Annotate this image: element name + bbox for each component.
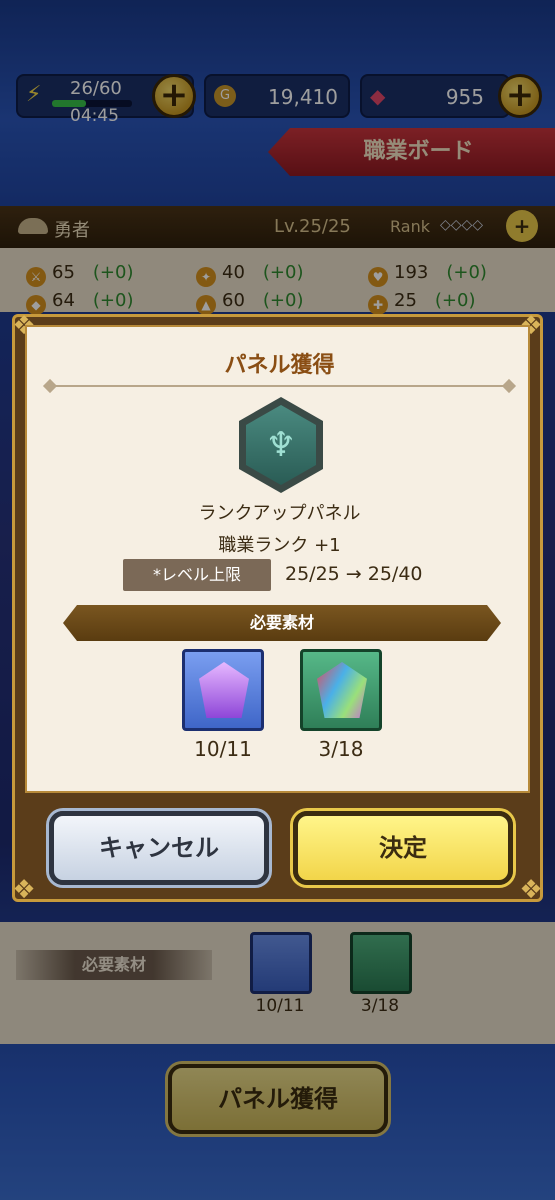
material-crystal-item[interactable] bbox=[182, 649, 264, 731]
materials-banner: 必要素材 bbox=[63, 605, 501, 641]
title-divider bbox=[49, 385, 510, 387]
level-cap-value: 25/25 → 25/40 bbox=[285, 563, 423, 585]
confirm-button[interactable]: 決定 bbox=[293, 811, 513, 885]
dialog-content: パネル獲得 ♆ ランクアップパネル 職業ランク +1 *レベル上限 25/25 … bbox=[25, 325, 530, 793]
panel-name: ランクアップパネル bbox=[198, 503, 361, 524]
material-count: 3/18 bbox=[318, 737, 364, 761]
material-count: 10/11 bbox=[194, 737, 252, 761]
level-cap-label: *レベル上限 bbox=[123, 559, 271, 591]
rank-up-panel-icon: ♆ bbox=[239, 397, 323, 493]
corner-ornament-icon: ❖ bbox=[12, 875, 36, 905]
crystal-cluster-icon bbox=[317, 662, 367, 718]
purple-crystal-icon bbox=[199, 662, 249, 718]
dialog-title: パネル獲得 bbox=[224, 353, 335, 378]
panel-acquire-dialog: ❖ ❖ ❖ ❖ パネル獲得 ♆ ランクアップパネル 職業ランク +1 *レベル上… bbox=[12, 311, 543, 905]
corner-ornament-icon: ❖ bbox=[519, 875, 543, 905]
cancel-button[interactable]: キャンセル bbox=[49, 811, 269, 885]
material-shards-item[interactable] bbox=[300, 649, 382, 731]
panel-effect: 職業ランク +1 bbox=[218, 535, 341, 556]
